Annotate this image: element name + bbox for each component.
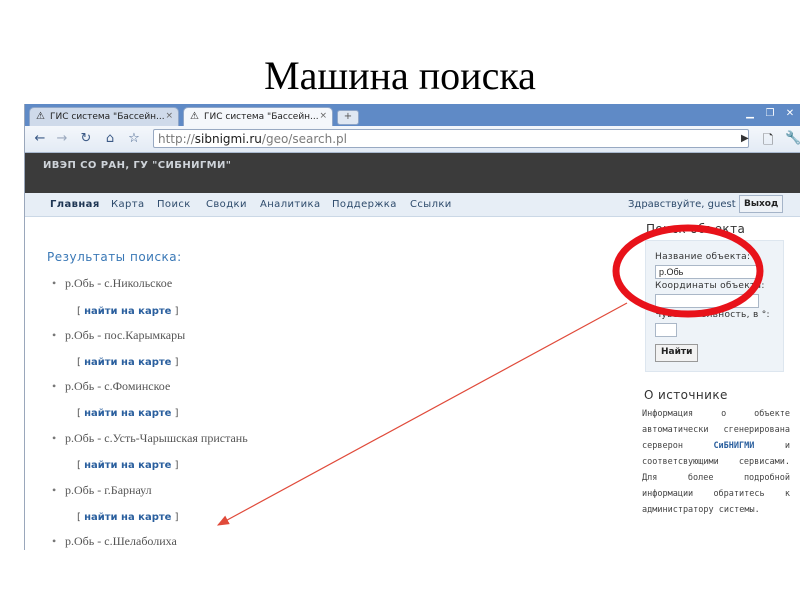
result-name: р.Обь - пос.Карымкары xyxy=(65,328,186,342)
page-menu-icon[interactable]: 🗋 xyxy=(763,131,773,153)
site-header: ИВЭП СО РАН, ГУ "СИБНИГМИ" xyxy=(25,153,800,193)
result-name: р.Обь - с.Фоминское xyxy=(65,379,171,393)
slide-title: Машина поиска xyxy=(264,53,536,98)
menu-item-links[interactable]: Ссылки xyxy=(410,199,452,210)
close-tab-icon[interactable]: × xyxy=(319,111,327,121)
about-text: Информация о объекте автоматически сгене… xyxy=(642,409,790,515)
sensitivity-input[interactable] xyxy=(655,323,677,337)
map-link-row: [ найти на карте ] xyxy=(77,512,179,523)
object-name-input[interactable] xyxy=(655,265,759,279)
browser-toolbar: ← → ↻ ⌂ ☆ http://sibnigmi.ru/geo/search.… xyxy=(25,126,800,153)
find-on-map-link[interactable]: найти на карте xyxy=(84,357,171,368)
browser-window: ⚠ ГИС система "Бассейн... × ⚠ ГИС систем… xyxy=(24,104,800,550)
menu-item-analytics[interactable]: Аналитика xyxy=(260,199,321,210)
tab-label: ГИС система "Бассейн... xyxy=(204,112,319,122)
site-menu: Главная Карта Поиск Сводки Аналитика Под… xyxy=(25,193,800,217)
browser-tab-1[interactable]: ⚠ ГИС система "Бассейн... × xyxy=(29,107,179,126)
forward-arrow-icon[interactable]: → xyxy=(53,130,71,148)
new-tab-button[interactable]: + xyxy=(337,110,359,125)
list-item[interactable]: • р.Обь - с.Усть-Чарышская пристань xyxy=(52,431,248,446)
reload-icon[interactable]: ↻ xyxy=(77,130,95,148)
result-name: р.Обь - с.Никольское xyxy=(65,276,173,290)
menu-item-reports[interactable]: Сводки xyxy=(206,199,247,210)
browser-tab-2[interactable]: ⚠ ГИС система "Бассейн... × xyxy=(183,107,333,126)
go-arrow-icon[interactable]: ▶ xyxy=(741,133,749,144)
map-link-row: [ найти на карте ] xyxy=(77,460,179,471)
address-bar[interactable]: http://sibnigmi.ru/geo/search.pl xyxy=(153,129,749,148)
find-on-map-link[interactable]: найти на карте xyxy=(84,408,171,419)
about-brand-link[interactable]: СиБНИГМИ xyxy=(713,441,754,451)
user-greeting: Здравствуйте, guest xyxy=(628,199,736,210)
about-title: О источнике xyxy=(644,388,728,402)
bookmark-star-icon[interactable]: ☆ xyxy=(125,130,143,148)
wrench-icon[interactable]: 🔧 xyxy=(785,131,800,146)
minimize-icon[interactable]: ▁ xyxy=(741,107,759,121)
coordinates-input[interactable] xyxy=(655,294,759,308)
tab-label: ГИС система "Бассейн... xyxy=(50,112,165,122)
search-panel-title: Поиск объекта xyxy=(646,222,746,236)
result-name: р.Обь - с.Усть-Чарышская пристань xyxy=(65,431,248,445)
close-window-icon[interactable]: ✕ xyxy=(781,107,799,121)
url-scheme: http:// xyxy=(158,132,195,146)
find-button[interactable]: Найти xyxy=(655,344,699,362)
menu-item-search[interactable]: Поиск xyxy=(157,199,191,210)
map-link-row: [ найти на карте ] xyxy=(77,357,179,368)
results-title: Результаты поиска: xyxy=(47,250,182,264)
list-item[interactable]: • р.Обь - г.Барнаул xyxy=(52,483,152,498)
organization-name: ИВЭП СО РАН, ГУ "СИБНИГМИ" xyxy=(43,160,232,171)
result-name: р.Обь - с.Шелаболиха xyxy=(65,534,177,548)
menu-item-main[interactable]: Главная xyxy=(50,199,100,210)
url-path: /geo/search.pl xyxy=(261,132,347,146)
map-link-row: [ найти на карте ] xyxy=(77,306,179,317)
warning-favicon-icon: ⚠ xyxy=(36,111,45,122)
map-link-row: [ найти на карте ] xyxy=(77,408,179,419)
home-icon[interactable]: ⌂ xyxy=(101,130,119,148)
back-arrow-icon[interactable]: ← xyxy=(31,130,49,148)
close-tab-icon[interactable]: × xyxy=(165,111,173,121)
menu-item-map[interactable]: Карта xyxy=(111,199,145,210)
object-name-label: Название объекта: xyxy=(655,252,751,262)
maximize-icon[interactable]: ❐ xyxy=(761,107,779,121)
list-item[interactable]: • р.Обь - с.Шелаболиха xyxy=(52,534,177,549)
coordinates-label: Координаты объекта: xyxy=(655,281,765,291)
list-item[interactable]: • р.Обь - с.Никольское xyxy=(52,276,173,291)
menu-item-support[interactable]: Поддержка xyxy=(332,199,397,210)
find-on-map-link[interactable]: найти на карте xyxy=(84,460,171,471)
tab-strip: ⚠ ГИС система "Бассейн... × ⚠ ГИС систем… xyxy=(25,104,800,126)
url-domain: sibnigmi.ru xyxy=(194,132,262,146)
logout-button[interactable]: Выход xyxy=(739,195,784,213)
find-on-map-link[interactable]: найти на карте xyxy=(84,512,171,523)
result-name: р.Обь - г.Барнаул xyxy=(65,483,152,497)
sensitivity-label: Чувствительность, в °: xyxy=(655,310,770,320)
find-on-map-link[interactable]: найти на карте xyxy=(84,306,171,317)
list-item[interactable]: • р.Обь - пос.Карымкары xyxy=(52,328,186,343)
warning-favicon-icon: ⚠ xyxy=(190,111,199,122)
list-item[interactable]: • р.Обь - с.Фоминское xyxy=(52,379,171,394)
